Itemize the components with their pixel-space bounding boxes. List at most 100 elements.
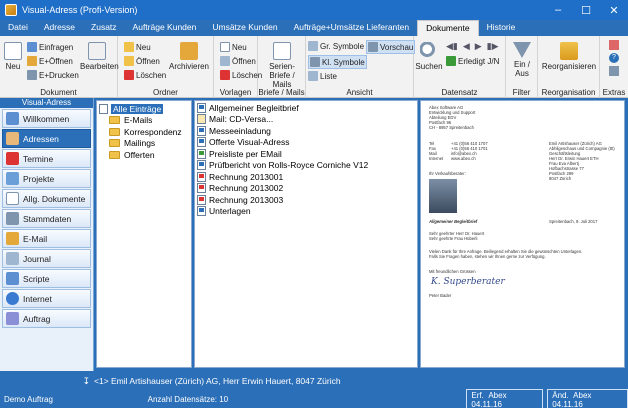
ordner-neu-button[interactable]: Neu [124,42,151,52]
tab-datei[interactable]: Datei [0,20,36,36]
archivieren-button[interactable]: Archivieren [168,42,210,71]
bearbeiten-button[interactable]: Bearbeiten [80,42,119,71]
tab-zusatz[interactable]: Zusatz [83,20,125,36]
group-label-ordner: Ordner [153,88,178,97]
list-item[interactable]: Rechnung 2013002 [197,183,417,195]
maximize-icon[interactable]: ☐ [572,0,600,20]
open-template-icon [220,56,230,66]
list-item[interactable]: Messeeinladung [197,125,417,137]
sidebar-item-allg-dokumente[interactable]: Allg. Dokumente [2,189,91,208]
minimize-icon[interactable]: – [544,0,572,20]
e-offnen-button[interactable]: E+Öffnen [27,56,73,66]
print-icon[interactable] [609,66,619,76]
sidebar-item-email[interactable]: E-Mail [2,229,91,248]
expand-icon[interactable]: ↧ [0,376,94,387]
document-name: Offerte Visual-Adress [209,137,290,148]
order-icon [6,312,19,325]
pdf-document-icon [197,183,206,194]
sidebar-item-termine[interactable]: Termine [2,149,91,168]
list-item[interactable]: Rechnung 2013003 [197,194,417,206]
suchen-button[interactable]: Suchen [414,42,444,71]
sidebar-item-scripte[interactable]: Scripte [2,269,91,288]
insert-print-icon [27,70,37,80]
filter-toggle-button[interactable]: Ein / Aus [507,42,537,78]
sidebar-title: Visual-Adress [0,98,93,108]
list-item[interactable]: Unterlagen [197,206,417,218]
prev-record-icon[interactable]: ◀ [463,41,470,52]
salutation-line: Sehr geehrte Frau Hüberli [429,236,478,241]
recipient-block: Emil Artishauser (Zürich) AG Abhilgescha… [549,141,615,181]
sidebar-item-label: Internet [23,293,52,304]
nav-sidebar: Visual-Adress Willkommen Adressen Termin… [0,98,94,371]
vorschau-button[interactable]: Vorschau [366,40,416,54]
edit-document-icon [88,42,106,60]
reorganisieren-button[interactable]: Reorganisieren [539,42,599,71]
sidebar-item-adressen[interactable]: Adressen [2,129,91,148]
sidebar-item-willkommen[interactable]: Willkommen [2,109,91,128]
serienbriefe-button[interactable]: Serien- Briefe / Mails [260,42,304,89]
first-record-icon[interactable]: ◀▮ [446,41,458,52]
folder-icon [109,127,120,136]
group-vorlagen: Neu Öffnen Löschen Vorlagen [214,36,262,98]
ordner-loschen-button[interactable]: Löschen [124,70,166,80]
einfragen-button[interactable]: Einfragen [27,42,73,52]
ordner-offnen-button[interactable]: Öffnen [124,56,160,66]
tab-historie[interactable]: Historie [479,20,524,36]
sidebar-item-internet[interactable]: Internet [2,289,91,308]
e-drucken-button[interactable]: E+Drucken [27,70,79,80]
serial-letter-icon [273,42,291,60]
close-icon[interactable]: ✕ [600,0,628,20]
tab-adresse[interactable]: Adresse [36,20,83,36]
kl-symbole-button[interactable]: Kl. Symbole [308,55,367,69]
document-name: Mail: CD-Versa... [209,114,274,125]
gr-symbole-button[interactable]: Gr. Symbole [308,41,364,51]
tab-umsaetze-kunden[interactable]: Umsätze Kunden [204,20,285,36]
sidebar-item-label: Journal [23,253,51,264]
e-offnen-label: E+Öffnen [39,56,73,66]
last-record-icon[interactable]: ▮▶ [487,41,499,52]
list-item[interactable]: Allgemeiner Begleitbrief [197,102,417,114]
small-icons-icon [310,57,320,67]
erledigt-checkbox[interactable]: Erledigt J/N [446,56,499,66]
preview-icon [368,42,378,52]
list-item[interactable]: Mail: CD-Versa... [197,114,417,126]
vorlagen-loschen-button[interactable]: Löschen [220,70,262,80]
document-preview[interactable]: Abex Software AG Entwicklung und Support… [420,100,625,368]
settings-icon[interactable] [609,40,619,50]
next-record-icon[interactable]: ▶ [475,41,482,52]
list-item[interactable]: Prüfbericht von Rolls-Royce Corniche V12 [197,160,417,172]
list-view-icon [308,71,318,81]
help-icon[interactable]: ? [609,53,619,63]
gr-symbole-label: Gr. Symbole [320,41,365,51]
tree-root-label: Alle Einträge [111,103,164,114]
record-count: Anzahl Datensätze: 10 [147,395,229,404]
sidebar-item-label: Adressen [23,133,59,144]
sidebar-item-stammdaten[interactable]: Stammdaten [2,209,91,228]
list-item[interactable]: Preisliste per EMail [197,148,417,160]
list-item[interactable]: Rechnung 2013001 [197,171,417,183]
tree-root[interactable]: Alle Einträge [97,103,191,115]
word-document-icon [197,125,206,136]
tab-auftraege-kunden[interactable]: Aufträge Kunden [125,20,205,36]
dokument-neu-button[interactable]: Neu [3,42,23,71]
tree-folder-korrespondenz[interactable]: Korrespondenz [97,126,191,138]
tree-folder-label: Offerten [124,149,155,160]
sidebar-item-label: Projekte [23,173,55,184]
vorlagen-neu-button[interactable]: Neu [220,42,247,52]
vorlagen-offnen-button[interactable]: Öffnen [220,56,256,66]
tab-auftraege-lieferanten[interactable]: Aufträge+Umsätze Lieferanten [286,20,418,36]
tab-dokumente[interactable]: Dokumente [417,20,479,36]
contact-labels: Tel Fax Mail Internet [429,141,443,161]
group-briefe: Serien- Briefe / Mails Briefe / Mails [258,36,306,98]
sidebar-item-projekte[interactable]: Projekte [2,169,91,188]
tree-folder-offerten[interactable]: Offerten [97,149,191,161]
e-drucken-label: E+Drucken [39,70,79,80]
sidebar-item-journal[interactable]: Journal [2,249,91,268]
list-item[interactable]: Offerte Visual-Adress [197,137,417,149]
liste-button[interactable]: Liste [308,71,337,81]
tree-folder-emails[interactable]: E-Mails [97,115,191,127]
tree-folder-mailings[interactable]: Mailings [97,138,191,150]
group-label-filter: Filter [512,88,531,97]
insert-icon [27,42,37,52]
sidebar-item-auftrag[interactable]: Auftrag [2,309,91,328]
